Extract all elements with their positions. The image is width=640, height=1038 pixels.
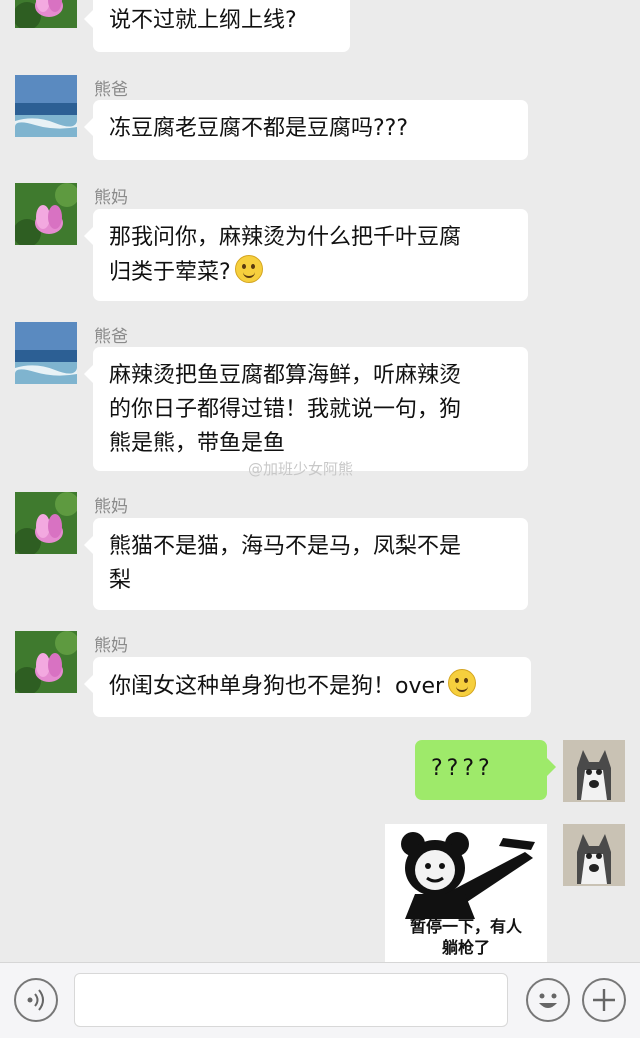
message-text: 你闺女这种单身狗也不是狗！over xyxy=(109,674,445,699)
avatar-mom[interactable] xyxy=(15,631,77,693)
smiley-icon xyxy=(539,993,557,1008)
input-bar xyxy=(0,962,640,1038)
message-bubble[interactable]: 冻豆腐老豆腐不都是豆腐吗??? xyxy=(84,100,528,160)
more-button[interactable] xyxy=(582,978,626,1022)
message-bubble[interactable]: 你闺女这种单身狗也不是狗！over xyxy=(84,657,531,717)
avatar-dad[interactable] xyxy=(15,322,77,384)
voice-icon xyxy=(27,989,44,1011)
voice-button[interactable] xyxy=(14,978,58,1022)
message-input[interactable] xyxy=(74,973,508,1027)
message-bubble[interactable]: 说不过就上纲上线? xyxy=(84,0,350,52)
sender-name: 熊妈 xyxy=(94,188,128,208)
sender-name: 熊爸 xyxy=(94,327,128,347)
chat-area[interactable]: 说不过就上纲上线? 熊爸 冻豆腐老豆腐不都是豆腐吗??? 熊妈 那我问你，麻辣烫… xyxy=(0,0,640,962)
panda-meme-icon xyxy=(385,824,547,919)
avatar-me[interactable] xyxy=(563,740,625,802)
avatar-mom[interactable] xyxy=(15,492,77,554)
sender-name: 熊妈 xyxy=(94,636,128,656)
sender-name: 熊妈 xyxy=(94,497,128,517)
sender-name: 熊爸 xyxy=(94,80,128,100)
my-message-bubble[interactable]: ???? xyxy=(415,740,556,800)
avatar-me[interactable] xyxy=(563,824,625,886)
weibo-watermark: @加班少女阿熊 xyxy=(248,460,354,478)
smile-emoji-icon xyxy=(448,669,477,697)
plus-icon xyxy=(593,989,615,1011)
message-bubble[interactable]: 麻辣烫把鱼豆腐都算海鲜，听麻辣烫 的你日子都得过错！我就说一句，狗 熊是熊，带鱼… xyxy=(84,347,528,471)
message-text: 那我问你，麻辣烫为什么把千叶豆腐 归类于荤菜? xyxy=(109,225,462,285)
smile-emoji-icon xyxy=(234,255,263,283)
emoji-button[interactable] xyxy=(526,978,570,1022)
avatar-dad[interactable] xyxy=(15,75,77,137)
message-bubble[interactable]: 熊猫不是猫，海马不是马，凤梨不是 梨 xyxy=(84,518,528,610)
avatar-mom[interactable] xyxy=(15,0,77,28)
message-bubble[interactable]: 那我问你，麻辣烫为什么把千叶豆腐 归类于荤菜? xyxy=(84,209,528,301)
avatar-mom[interactable] xyxy=(15,183,77,245)
panda-meme-sticker[interactable]: 暂停一下，有人 躺枪了 xyxy=(385,824,547,962)
sticker-caption: 暂停一下，有人 躺枪了 xyxy=(409,917,522,957)
